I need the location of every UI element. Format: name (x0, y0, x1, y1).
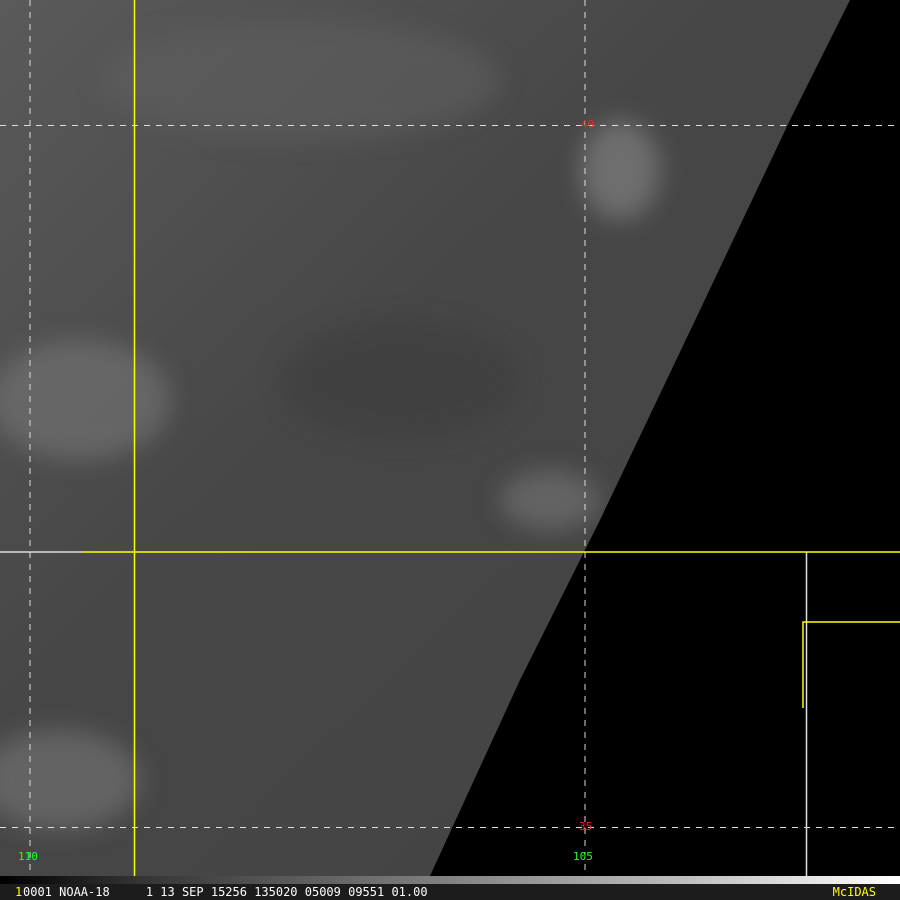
image-info: 0001 NOAA-18 1 13 SEP 15256 135020 05009… (23, 885, 428, 899)
lon-label-105: 105 (573, 850, 593, 863)
satellite-image[interactable] (0, 0, 900, 876)
lon-label-110: 110 (18, 850, 38, 863)
lat-label-40: 40 (581, 118, 595, 131)
satellite-viewer: 40 35 110 105 1 0001 NOAA-18 1 13 SEP 15… (0, 0, 900, 900)
status-line: 1 0001 NOAA-18 1 13 SEP 15256 135020 050… (0, 884, 900, 900)
frame-number: 1 (15, 885, 23, 899)
mcidas-brand: McIDAS (832, 885, 876, 899)
grayscale-colorbar (0, 876, 900, 884)
lat-label-35: 35 (579, 820, 593, 833)
